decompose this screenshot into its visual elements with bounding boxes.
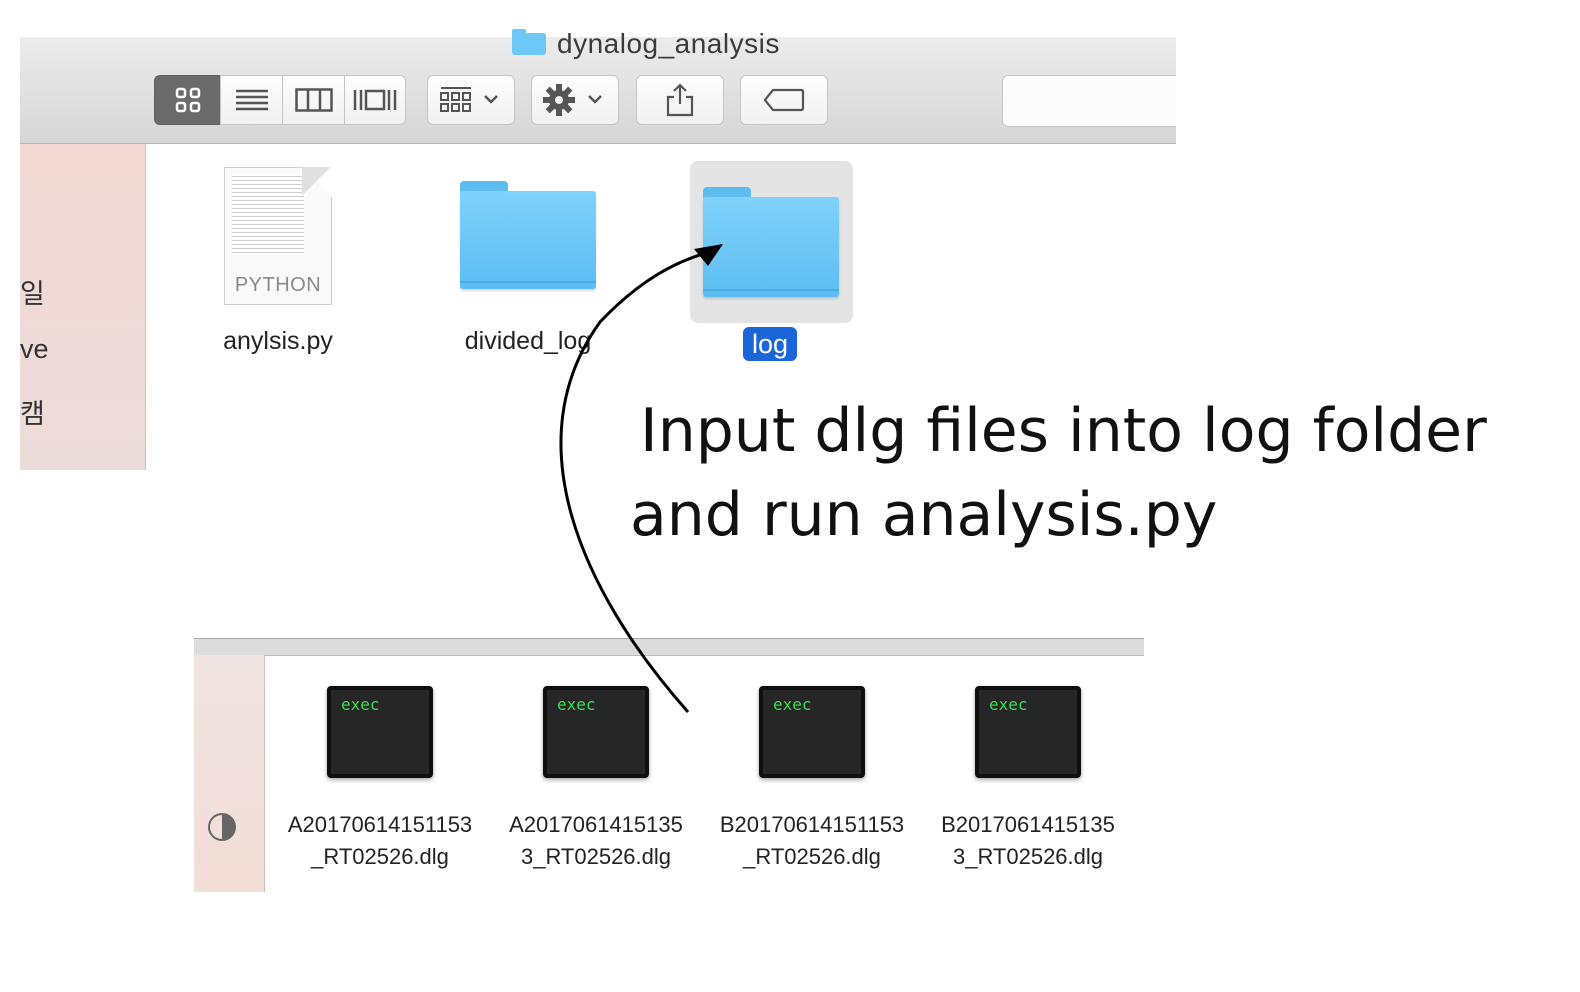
curved-arrow-icon <box>559 244 723 713</box>
